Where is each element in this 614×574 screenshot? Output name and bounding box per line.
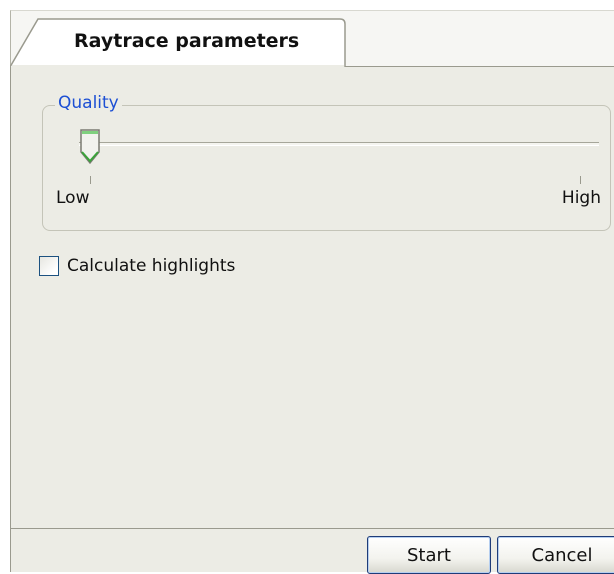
- slider-high-label: High: [561, 188, 601, 208]
- tab-raytrace-parameters[interactable]: Raytrace parameters: [10, 18, 346, 68]
- tab-label: Raytrace parameters: [74, 30, 300, 52]
- tab-content-panel: Quality Low High Calculate highlights: [10, 66, 614, 528]
- start-button[interactable]: Start: [367, 536, 491, 574]
- quality-groupbox: Quality Low High: [42, 93, 611, 231]
- quality-group-legend: Quality: [55, 93, 122, 113]
- slider-thumb-icon: [80, 129, 100, 165]
- raytrace-dialog: Raytrace parameters Quality Low High Cal…: [0, 0, 614, 574]
- calculate-highlights-label[interactable]: Calculate highlights: [67, 256, 235, 276]
- cancel-button[interactable]: Cancel: [497, 536, 614, 574]
- calculate-highlights-checkbox[interactable]: [39, 256, 59, 276]
- quality-slider-track[interactable]: [79, 142, 599, 146]
- calculate-highlights-option[interactable]: Calculate highlights: [39, 253, 235, 279]
- slider-tick-high: [580, 176, 581, 184]
- quality-slider-thumb[interactable]: [79, 128, 103, 166]
- slider-low-label: Low: [56, 188, 90, 208]
- slider-tick-low: [90, 176, 91, 184]
- button-bar: Start Cancel: [10, 528, 614, 574]
